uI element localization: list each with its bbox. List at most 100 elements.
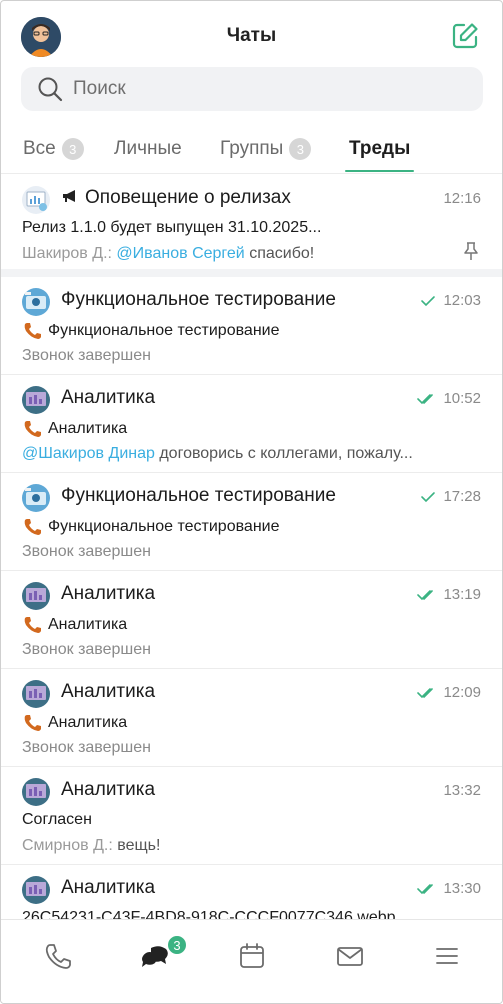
tab-active-indicator xyxy=(345,170,415,172)
phone-icon xyxy=(24,323,41,339)
menu-icon xyxy=(436,948,458,964)
pinned-separator xyxy=(1,269,502,277)
tab-all-label: Все xyxy=(23,138,56,159)
chat-item[interactable]: Аналитика 13:32 Согласен Смирнов Д.: вещ… xyxy=(1,767,502,865)
chat-title: Аналитика xyxy=(61,779,156,800)
double-check-icon xyxy=(417,883,434,894)
tab-all[interactable]: Все 3 xyxy=(23,127,84,171)
mail-icon xyxy=(337,947,363,966)
tab-threads[interactable]: Треды xyxy=(345,127,415,172)
chat-time: 13:19 xyxy=(417,586,481,603)
chat-time: 10:52 xyxy=(417,390,481,407)
chat-time-text: 13:19 xyxy=(443,586,481,603)
chat-time-text: 13:30 xyxy=(443,880,481,897)
chat-last-message: Звонок завершен xyxy=(22,543,151,560)
tab-personal[interactable]: Личные xyxy=(114,127,182,171)
tab-groups-badge: 3 xyxy=(289,138,312,160)
phone-icon xyxy=(24,519,41,535)
testing-avatar-image xyxy=(22,288,50,316)
message-mention[interactable]: @Иванов Сергей xyxy=(116,245,244,262)
chat-preview-text: Аналитика xyxy=(48,714,128,731)
chat-avatar xyxy=(22,386,50,414)
tab-personal-label: Личные xyxy=(114,138,182,159)
analytics-avatar-image xyxy=(22,680,50,708)
chat-time: 12:09 xyxy=(417,684,481,701)
chat-item[interactable]: Аналитика 13:30 26C54231-C43F-4BD8-918C-… xyxy=(1,865,502,926)
chat-title: Аналитика xyxy=(61,681,156,702)
double-check-icon xyxy=(417,687,434,698)
page-title: Чаты xyxy=(226,25,277,46)
double-check-icon xyxy=(417,589,434,600)
chat-avatar xyxy=(22,288,50,316)
message-text: спасибо! xyxy=(249,245,315,262)
chat-title: Функциональное тестирование xyxy=(61,485,336,506)
chat-time-text: 17:28 xyxy=(443,488,481,505)
header: Чаты xyxy=(1,1,502,67)
bottom-navigation: 3 xyxy=(1,919,502,1003)
chat-time-text: 12:03 xyxy=(443,292,481,309)
analytics-avatar-image xyxy=(22,582,50,610)
nav-calls[interactable] xyxy=(41,940,73,972)
chat-preview-text: Функциональное тестирование xyxy=(48,322,280,339)
double-check-icon xyxy=(417,393,434,404)
chat-item[interactable]: Функциональное тестирование 17:28 Функци… xyxy=(1,473,502,571)
releases-avatar-image xyxy=(22,186,50,214)
chat-avatar xyxy=(22,582,50,610)
tab-groups-label: Группы xyxy=(220,138,284,159)
chat-avatar xyxy=(22,778,50,806)
search-input[interactable] xyxy=(73,78,453,100)
chat-preview: Аналитика xyxy=(22,713,127,733)
message-mention[interactable]: @Шакиров Динар xyxy=(22,445,155,462)
chat-preview-text: Аналитика xyxy=(48,420,128,437)
chat-item[interactable]: Функциональное тестирование 12:03 Функци… xyxy=(1,277,502,375)
pin-icon xyxy=(464,242,478,260)
chat-preview: Аналитика xyxy=(22,419,127,439)
chat-last-message: Смирнов Д.: вещь! xyxy=(22,837,160,855)
chat-last-message: @Шакиров Динар договорись с коллегами, п… xyxy=(22,445,413,463)
chat-avatar xyxy=(22,484,50,512)
chat-title: Аналитика xyxy=(61,583,156,604)
chat-avatar xyxy=(22,186,50,214)
tabs-divider xyxy=(1,173,502,174)
chat-time-text: 12:09 xyxy=(443,684,481,701)
chat-preview-text: Функциональное тестирование xyxy=(48,518,280,535)
chat-time: 17:28 xyxy=(419,488,481,505)
chat-avatar xyxy=(22,680,50,708)
chat-title: Оповещение о релизах xyxy=(61,187,291,209)
chat-title: Функциональное тестирование xyxy=(61,289,336,310)
read-check-icon xyxy=(421,491,436,502)
chat-preview: Согласен xyxy=(22,811,92,828)
phone-icon xyxy=(24,421,41,437)
chat-last-message: Шакиров Д.: @Иванов Сергей спасибо! xyxy=(22,245,314,263)
chat-last-message: Звонок завершен xyxy=(22,739,151,756)
chat-time: 13:32 xyxy=(443,782,481,799)
chat-last-message: Звонок завершен xyxy=(22,641,151,658)
chat-time-text: 10:52 xyxy=(443,390,481,407)
chat-item[interactable]: Аналитика 13:19 Аналитика Звонок заверше… xyxy=(1,571,502,669)
filter-tabs: Все 3 Личные Группы 3 Треды xyxy=(1,127,502,175)
nav-calendar[interactable] xyxy=(236,940,268,972)
phone-icon xyxy=(45,944,71,969)
chat-item-releases[interactable]: Оповещение о релизах 12:16 Релиз 1.1.0 б… xyxy=(1,175,502,271)
read-check-icon xyxy=(421,295,436,306)
analytics-avatar-image xyxy=(22,876,50,904)
chat-avatar xyxy=(22,876,50,904)
search-bar[interactable] xyxy=(21,67,483,111)
analytics-avatar-image xyxy=(22,778,50,806)
nav-mail[interactable] xyxy=(334,940,366,972)
chat-item[interactable]: Аналитика 10:52 Аналитика @Шакиров Динар… xyxy=(1,375,502,473)
chat-preview: Функциональное тестирование xyxy=(22,517,279,537)
nav-menu[interactable] xyxy=(431,940,463,972)
chat-item[interactable]: Аналитика 12:09 Аналитика Звонок заверше… xyxy=(1,669,502,767)
chat-preview: Релиз 1.1.0 будет выпущен 31.10.2025... xyxy=(22,219,322,236)
tab-groups[interactable]: Группы 3 xyxy=(220,127,312,171)
message-text: договорись с коллегами, пожалу... xyxy=(159,445,413,462)
app-frame: Чаты Все 3 Личные Группы 3 Треды xyxy=(0,0,503,1004)
message-sender: Шакиров Д.: xyxy=(22,245,112,262)
chat-preview-text: Аналитика xyxy=(48,616,128,633)
edit-square-icon xyxy=(452,23,478,49)
tab-all-badge: 3 xyxy=(61,138,84,160)
phone-icon xyxy=(24,617,41,633)
compose-button[interactable] xyxy=(450,21,480,51)
tab-threads-label: Треды xyxy=(349,138,411,159)
